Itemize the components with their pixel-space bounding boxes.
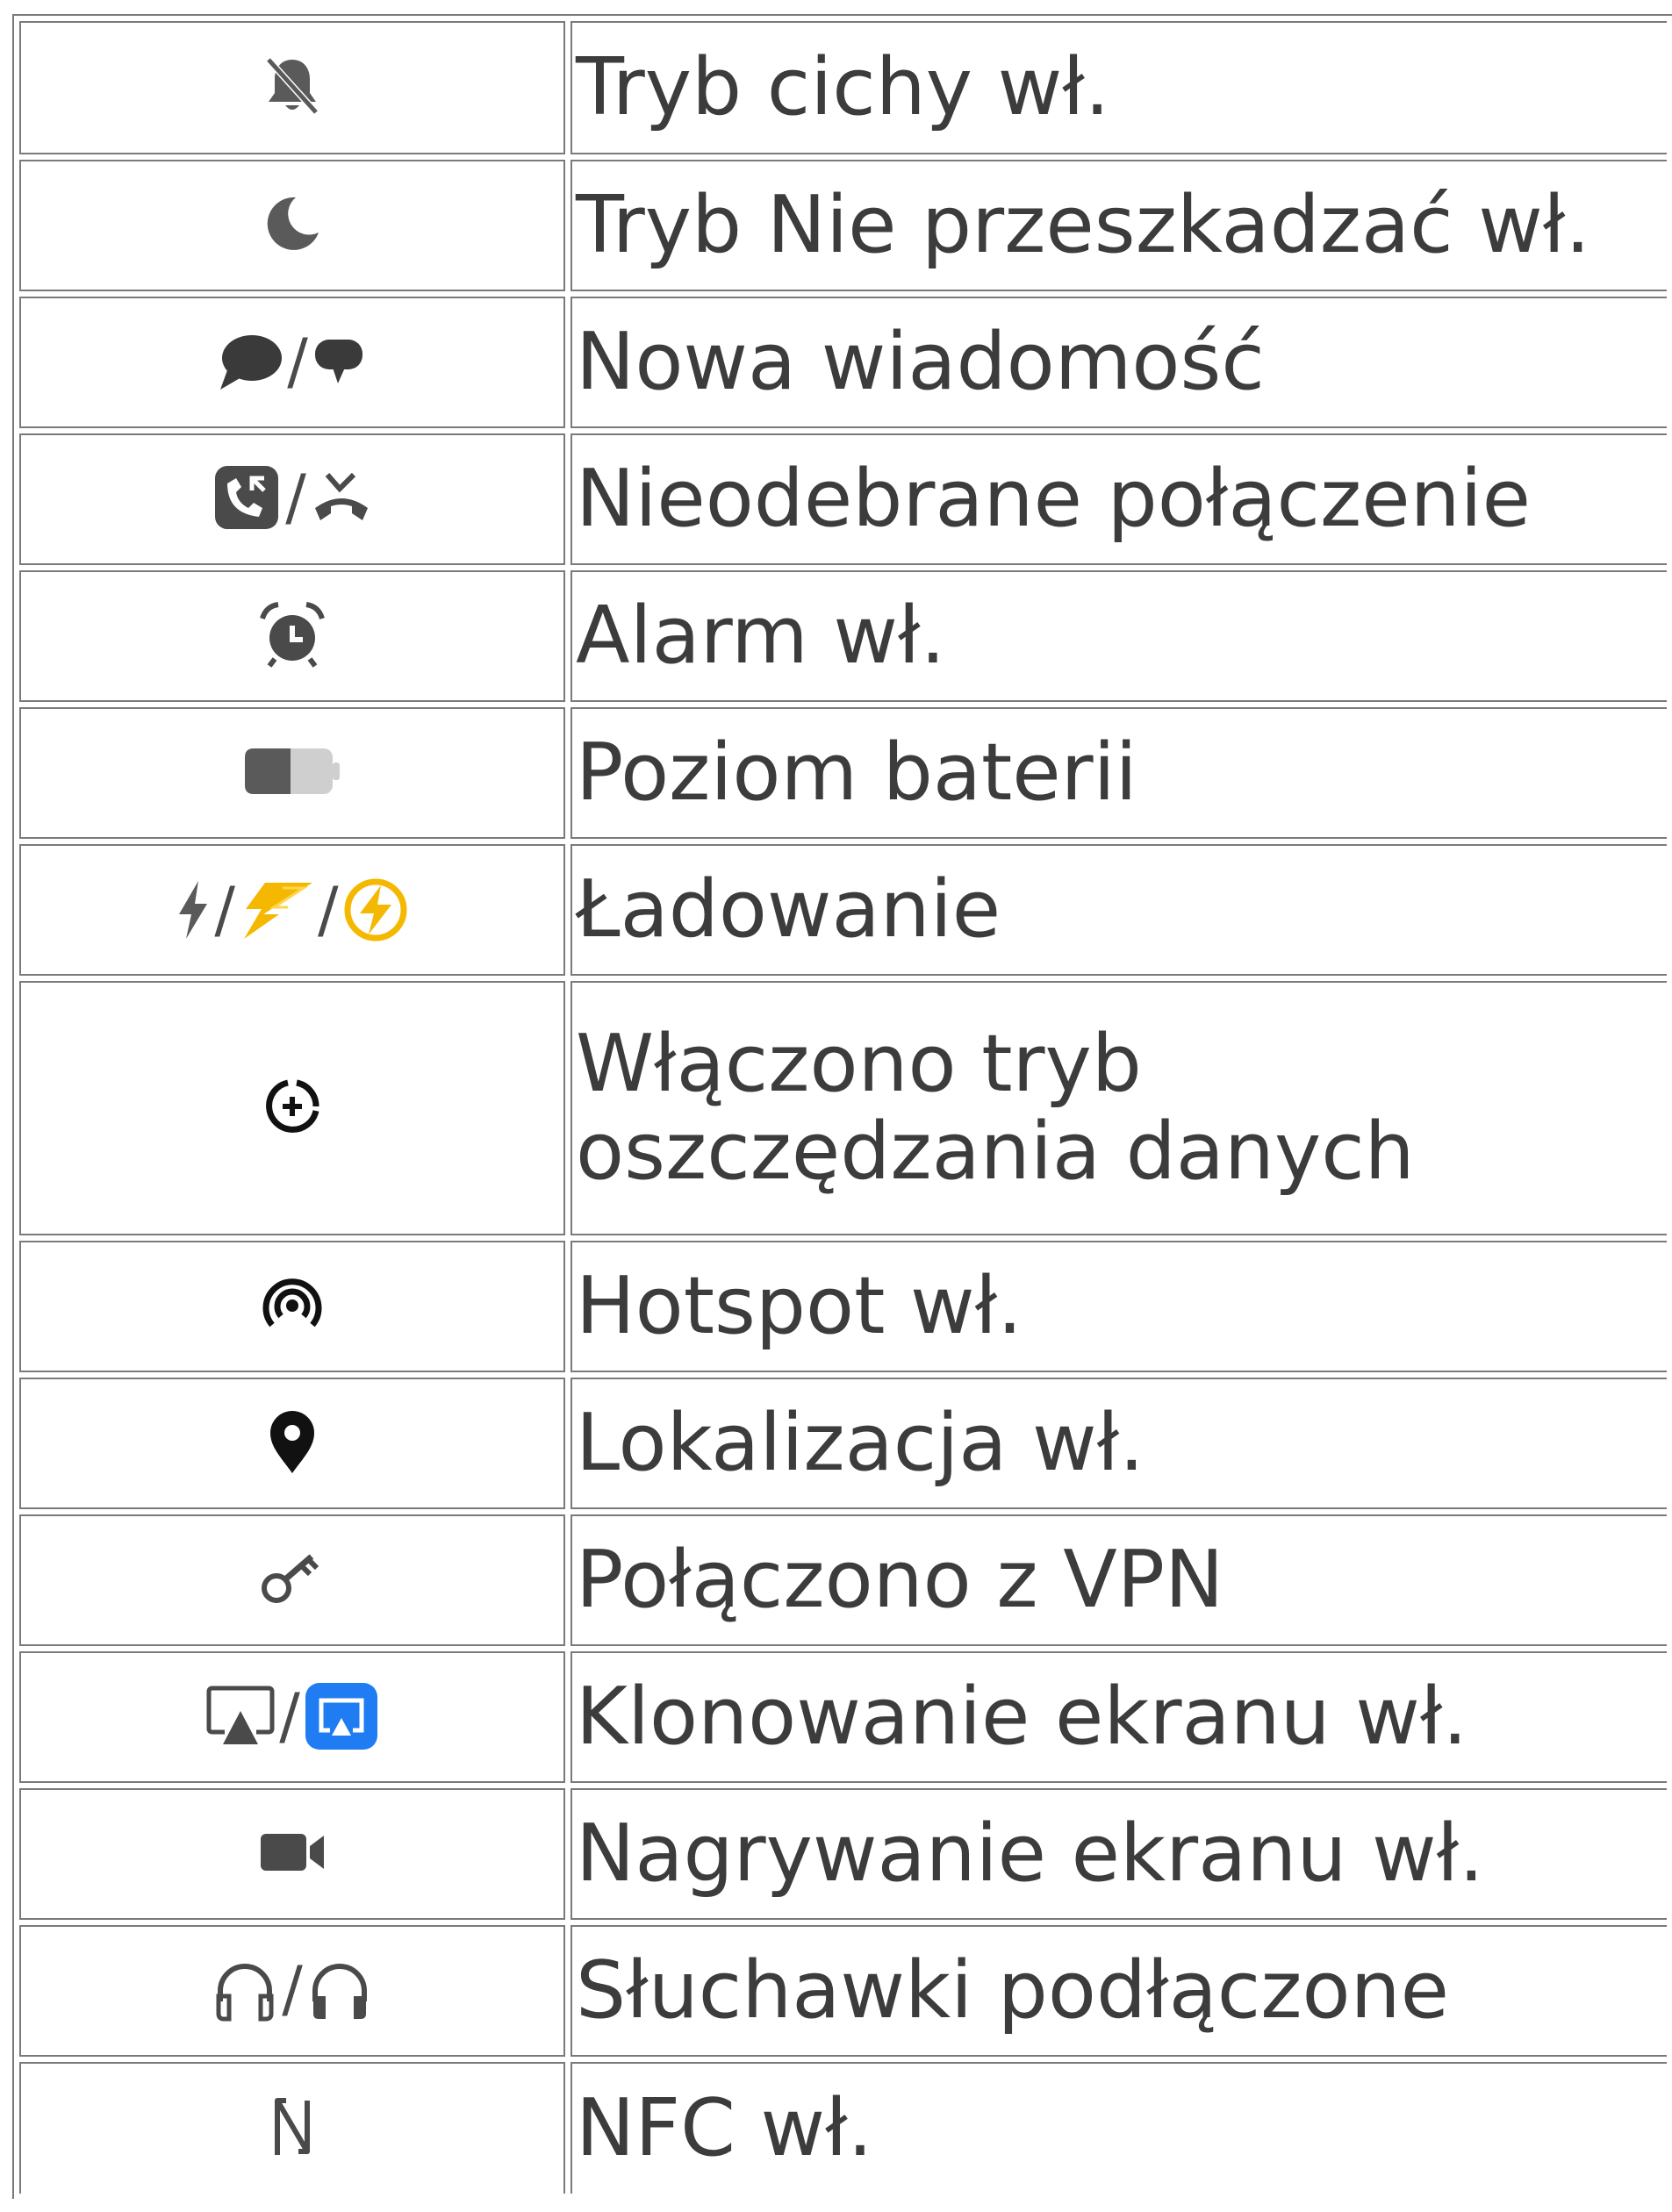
message-bubble-alt-icon xyxy=(314,339,362,383)
screencast-icon xyxy=(206,1686,275,1744)
nfc-icon xyxy=(275,2098,310,2155)
separator: / xyxy=(285,462,306,533)
description-cell: Nowa wiadomość xyxy=(570,297,1667,428)
description-cell: Nagrywanie ekranu wł. xyxy=(570,1788,1667,1920)
icon-cell xyxy=(19,1788,565,1920)
description-cell: Alarm wł. xyxy=(570,570,1667,702)
description-cell: Poziom baterii xyxy=(570,707,1667,839)
description-cell: Tryb cichy wł. xyxy=(570,21,1667,154)
video-camera-icon xyxy=(261,1834,324,1871)
headphones-icon xyxy=(216,1964,274,2022)
table-row: / Nieodebrane połączenie xyxy=(19,433,1667,565)
description-cell: Tryb Nie przeszkadzać wł. xyxy=(570,160,1667,291)
icon-cell: / xyxy=(19,297,565,428)
separator: / xyxy=(287,325,308,397)
icon-cell xyxy=(19,160,565,291)
data-saver-icon xyxy=(266,1079,319,1133)
separator: / xyxy=(318,873,339,946)
table-row: Włączono tryb oszczędzania danych xyxy=(19,981,1667,1235)
description-cell: Klonowanie ekranu wł. xyxy=(570,1651,1667,1783)
table-row: Połączono z VPN xyxy=(19,1514,1667,1646)
location-pin-icon xyxy=(270,1411,314,1473)
moon-icon xyxy=(267,197,319,250)
description-cell: Ładowanie xyxy=(570,844,1667,976)
missed-call-alt-icon xyxy=(314,472,368,520)
screencast-active-icon xyxy=(305,1683,377,1750)
separator: / xyxy=(279,1680,300,1752)
description-cell: Lokalizacja wł. xyxy=(570,1378,1667,1509)
table-row: Alarm wł. xyxy=(19,570,1667,702)
table-row: / / Ładowanie xyxy=(19,844,1667,976)
table-row: / Słuchawki podłączone xyxy=(19,1925,1667,2057)
headphones-alt-icon xyxy=(312,1964,367,2019)
icon-cell xyxy=(19,1514,565,1646)
table-row: Tryb cichy wł. xyxy=(19,21,1667,154)
hotspot-icon xyxy=(262,1278,322,1328)
message-bubble-icon xyxy=(220,334,283,390)
icon-cell xyxy=(19,570,565,702)
description-cell: Hotspot wł. xyxy=(570,1241,1667,1372)
description-cell: Słuchawki podłączone xyxy=(570,1925,1667,2057)
description-cell: Połączono z VPN xyxy=(570,1514,1667,1646)
separator: / xyxy=(282,1953,303,2025)
vpn-key-icon xyxy=(262,1554,319,1603)
table-row: / Nowa wiadomość xyxy=(19,297,1667,428)
table-row: Nagrywanie ekranu wł. xyxy=(19,1788,1667,1920)
description-cell: NFC wł. xyxy=(570,2062,1667,2194)
bell-off-icon xyxy=(266,57,319,115)
table-row: Poziom baterii xyxy=(19,707,1667,839)
lightning-circle-icon xyxy=(344,878,407,941)
icon-cell: / / xyxy=(19,844,565,976)
separator: / xyxy=(214,873,235,946)
lightning-icon xyxy=(179,880,208,939)
alarm-clock-icon xyxy=(260,602,325,668)
icon-cell xyxy=(19,21,565,154)
icon-cell xyxy=(19,1241,565,1372)
table-row: Hotspot wł. xyxy=(19,1241,1667,1372)
table-row: Lokalizacja wł. xyxy=(19,1378,1667,1509)
icon-cell: / xyxy=(19,1651,565,1783)
missed-call-icon xyxy=(215,466,279,529)
description-cell: Włączono tryb oszczędzania danych xyxy=(570,981,1667,1235)
icon-cell: / xyxy=(19,433,565,565)
icon-cell xyxy=(19,2062,565,2194)
table-row: Tryb Nie przeszkadzać wł. xyxy=(19,160,1667,291)
icon-cell xyxy=(19,1378,565,1509)
icon-cell xyxy=(19,707,565,839)
icon-cell: / xyxy=(19,1925,565,2057)
battery-icon xyxy=(245,748,340,794)
icon-cell xyxy=(19,981,565,1235)
table-row: / Klonowanie ekranu wł. xyxy=(19,1651,1667,1783)
status-icons-table: Tryb cichy wł. Tryb Nie przeszkadzać wł. xyxy=(12,14,1672,2199)
table-row: NFC wł. xyxy=(19,2062,1667,2194)
lightning-fast-icon xyxy=(244,882,312,939)
description-cell: Nieodebrane połączenie xyxy=(570,433,1667,565)
